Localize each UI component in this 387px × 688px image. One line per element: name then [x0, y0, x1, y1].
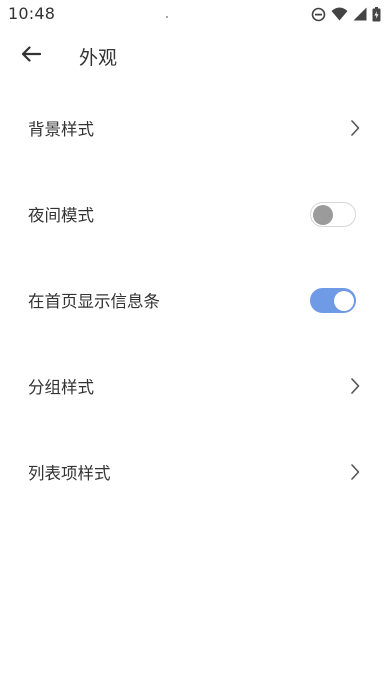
toggle-knob: [312, 204, 333, 225]
setting-label: 背景样式: [28, 120, 94, 139]
setting-list-item-style[interactable]: 列表项样式: [0, 429, 387, 515]
status-bar: 10:48: [0, 0, 387, 28]
status-icons: [311, 5, 381, 23]
setting-show-info-bar: 在首页显示信息条: [0, 257, 387, 343]
show-info-bar-toggle[interactable]: [310, 288, 356, 313]
appearance-settings-screen: 10:48 外观 背景样式 夜间模式 在首页显示信息条 分组样式 列表项样式: [0, 0, 387, 688]
chevron-right-icon: [349, 376, 361, 396]
back-button[interactable]: [14, 40, 48, 72]
app-bar: 外观: [0, 28, 387, 84]
status-dot: [166, 16, 168, 18]
arrow-left-icon: [21, 46, 42, 66]
setting-label: 在首页显示信息条: [28, 292, 160, 311]
setting-group-style[interactable]: 分组样式: [0, 343, 387, 429]
setting-night-mode: 夜间模式: [0, 171, 387, 257]
signal-icon: [353, 7, 367, 21]
page-title: 外观: [79, 47, 118, 69]
chevron-right-icon: [349, 462, 361, 482]
settings-list: 背景样式 夜间模式 在首页显示信息条 分组样式 列表项样式: [0, 85, 387, 515]
chevron-right-icon: [349, 118, 361, 138]
setting-label: 夜间模式: [28, 206, 94, 225]
wifi-icon: [331, 7, 348, 21]
setting-label: 列表项样式: [28, 464, 111, 483]
night-mode-toggle[interactable]: [310, 202, 356, 227]
setting-label: 分组样式: [28, 378, 94, 397]
battery-icon: [372, 6, 381, 22]
status-time: 10:48: [8, 4, 56, 23]
setting-background-style[interactable]: 背景样式: [0, 85, 387, 171]
do-not-disturb-icon: [311, 7, 326, 22]
toggle-knob: [333, 290, 354, 311]
